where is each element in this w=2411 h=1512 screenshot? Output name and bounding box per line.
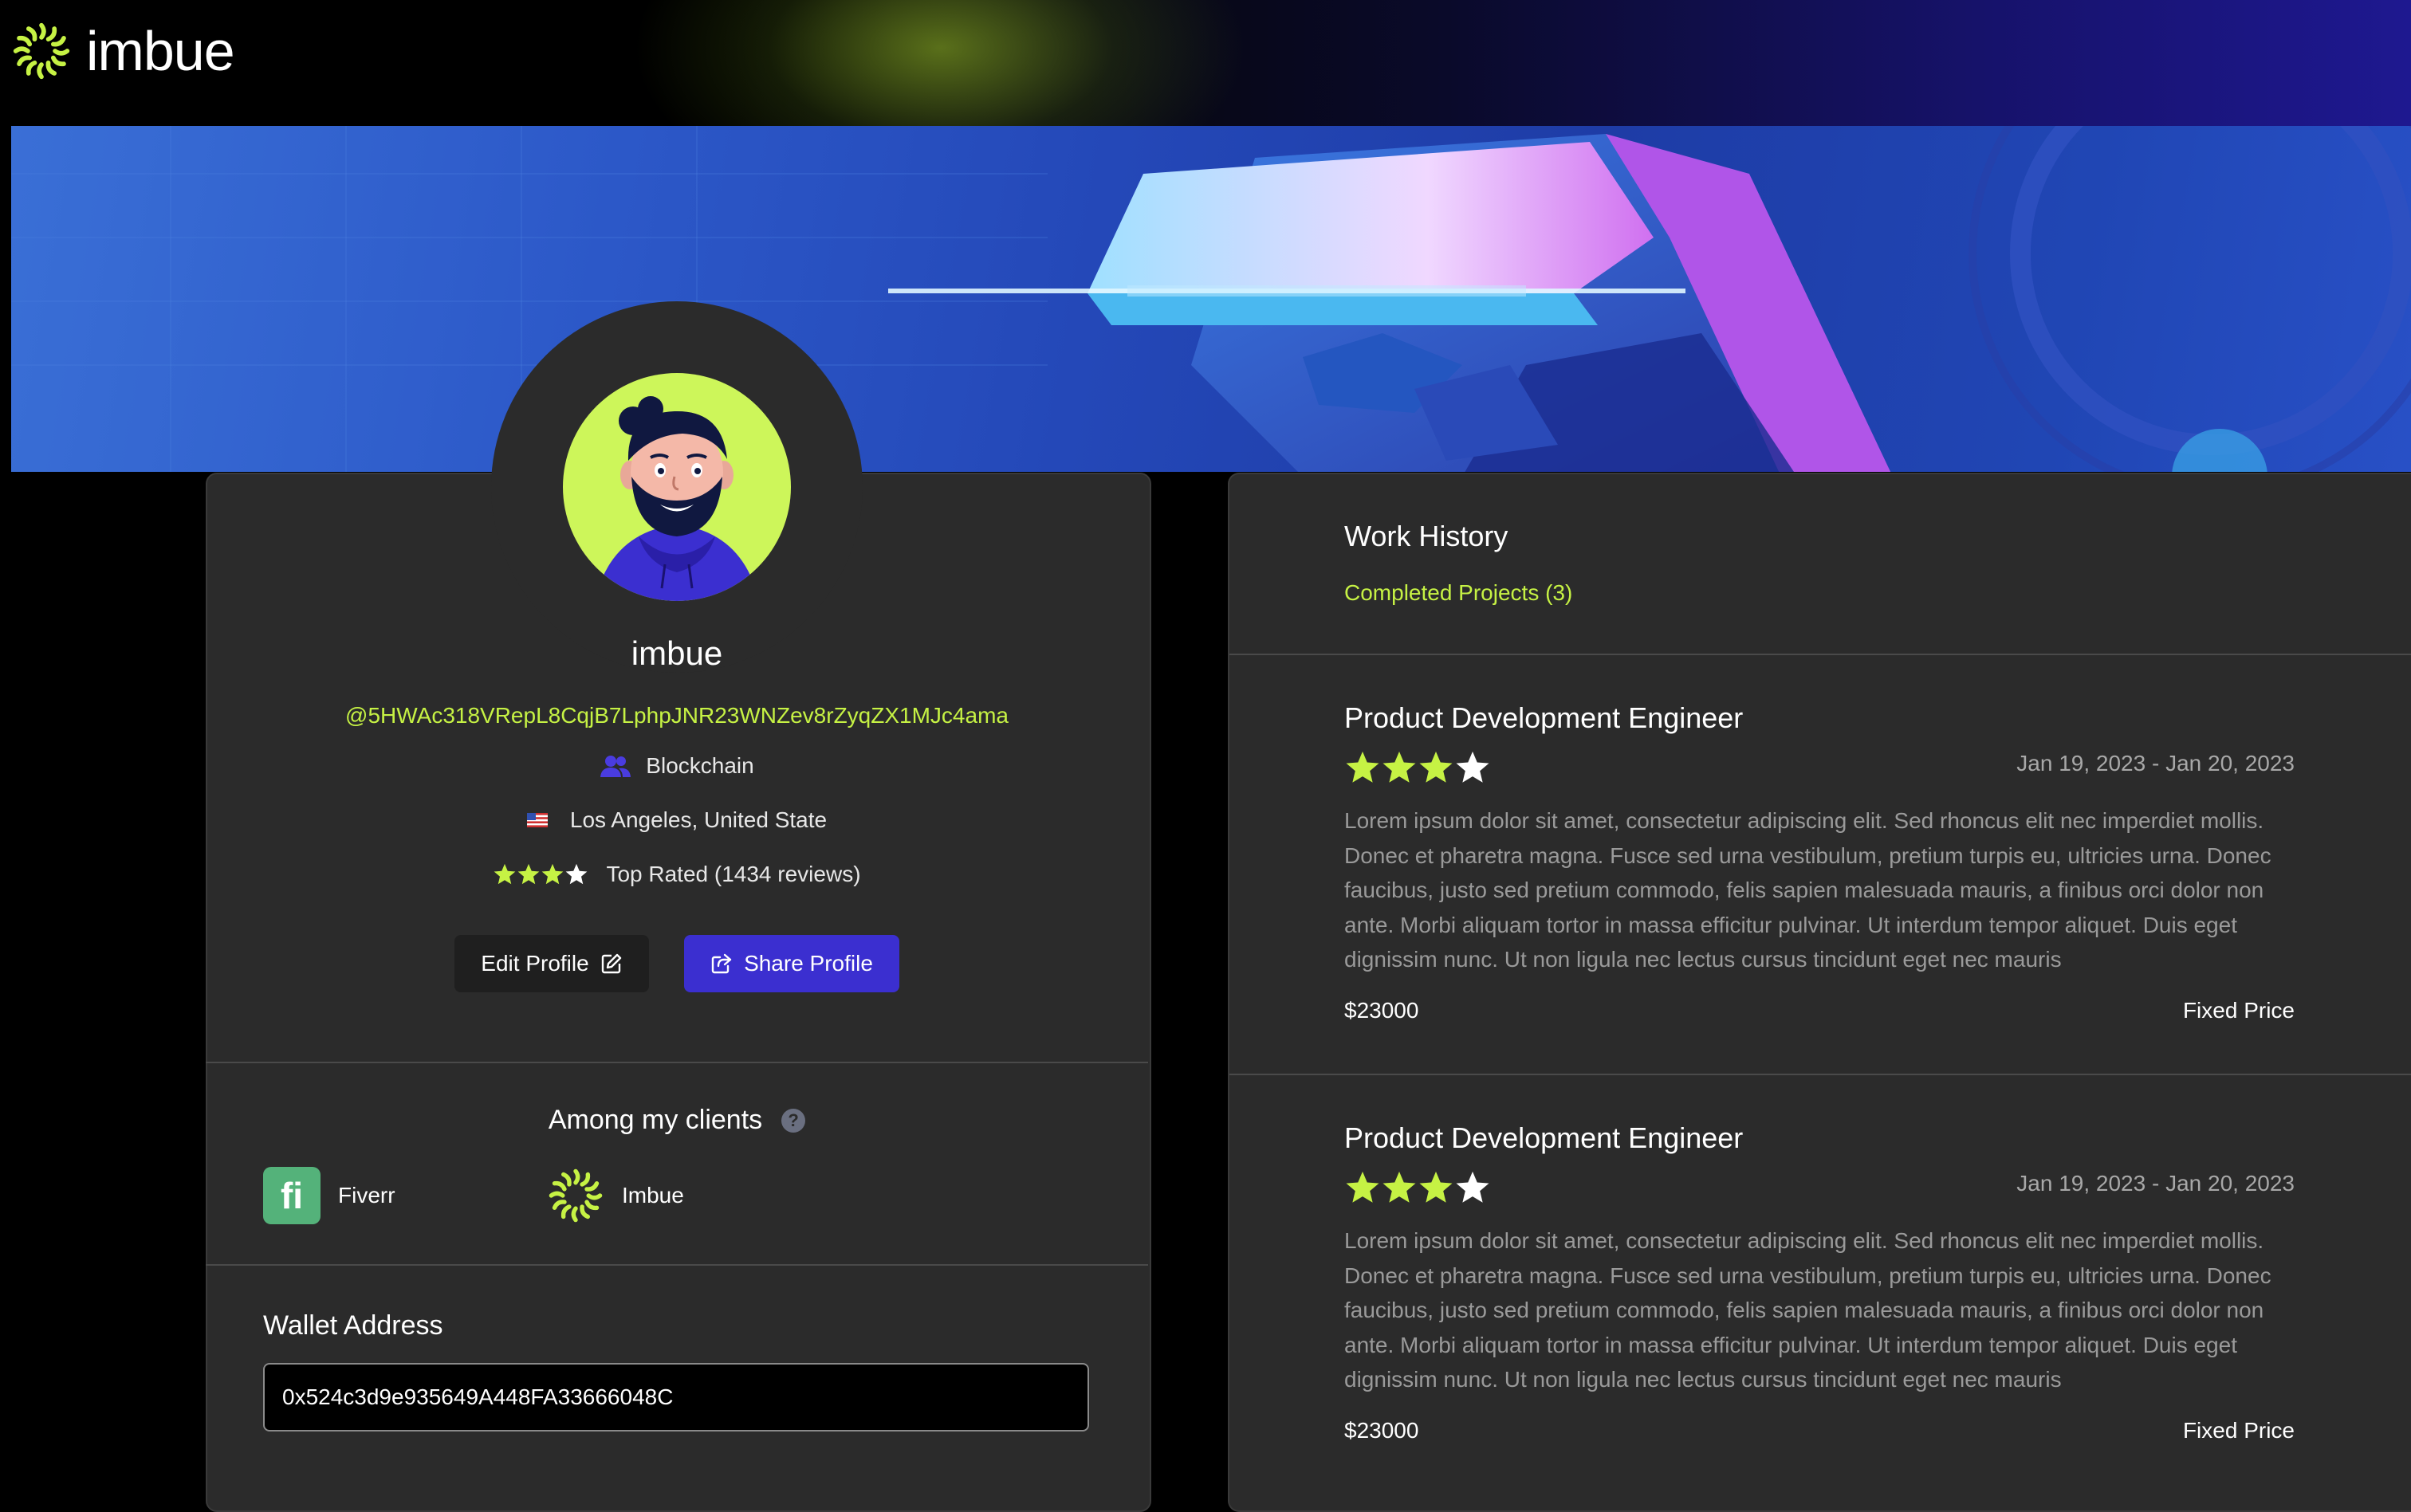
star-filled-icon bbox=[518, 863, 540, 885]
project-item[interactable]: Product Development Engineer Jan 19, 202… bbox=[1344, 701, 2295, 1036]
share-profile-label: Share Profile bbox=[744, 951, 873, 976]
project-dates: Jan 19, 2023 - Jan 20, 2023 bbox=[2016, 751, 2295, 776]
star-empty-icon bbox=[566, 863, 588, 885]
star-empty-icon bbox=[1456, 751, 1489, 783]
share-icon bbox=[710, 952, 733, 975]
star-filled-icon bbox=[542, 863, 564, 885]
project-price-type: Fixed Price bbox=[2182, 1418, 2295, 1443]
project-price: $23000 bbox=[1344, 1418, 1419, 1443]
star-empty-icon bbox=[1456, 1171, 1489, 1203]
project-title: Product Development Engineer bbox=[1344, 701, 1744, 734]
project-rating-stars bbox=[1344, 749, 1491, 786]
completed-projects-link[interactable]: Completed Projects (3) bbox=[1344, 580, 1572, 606]
client-name: Imbue bbox=[622, 1183, 684, 1208]
profile-divider bbox=[206, 1062, 1148, 1063]
project-price-type: Fixed Price bbox=[2182, 998, 2295, 1023]
fiverr-logo-icon: fi bbox=[263, 1167, 321, 1224]
us-flag-icon bbox=[526, 813, 548, 827]
banner-artwork bbox=[11, 126, 2411, 472]
edit-icon bbox=[600, 952, 623, 975]
clients-section-title: Among my clients ? bbox=[206, 1105, 1148, 1136]
avatar-illustration bbox=[595, 396, 759, 601]
profile-category: Blockchain bbox=[206, 753, 1148, 779]
profile-name: imbue bbox=[631, 634, 723, 672]
star-filled-icon bbox=[1346, 1171, 1379, 1203]
clients-divider bbox=[206, 1264, 1148, 1266]
wallet-label: Wallet Address bbox=[263, 1310, 443, 1341]
profile-handle: @5HWAc318VRepL8CqjB7LphpJNR23WNZev8rZyqZ… bbox=[345, 703, 1009, 728]
rating-text: Top Rated (1434 reviews) bbox=[606, 862, 861, 886]
client-item-fiverr: fi Fiverr bbox=[263, 1167, 395, 1224]
project-description: Lorem ipsum dolor sit amet, consectetur … bbox=[1344, 1228, 2271, 1392]
profile-location: Los Angeles, United State bbox=[206, 807, 1148, 833]
project-price: $23000 bbox=[1344, 998, 1419, 1023]
brand-name: imbue bbox=[86, 20, 235, 82]
project-divider bbox=[1229, 1074, 2411, 1075]
project-title: Product Development Engineer bbox=[1344, 1121, 1744, 1154]
share-profile-button[interactable]: Share Profile bbox=[684, 935, 899, 992]
profile-rating: Top Rated (1434 reviews) bbox=[206, 862, 1148, 887]
star-filled-icon bbox=[1419, 751, 1453, 783]
avatar[interactable] bbox=[563, 373, 791, 601]
wallet-address-field[interactable]: 0x524c3d9e935649A448FA33666048C bbox=[263, 1363, 1089, 1431]
star-filled-icon bbox=[1419, 1171, 1453, 1203]
imbue-logo-icon bbox=[547, 1167, 604, 1224]
brand-logo[interactable]: imbue bbox=[11, 20, 235, 82]
category-label: Blockchain bbox=[646, 753, 754, 778]
client-name: Fiverr bbox=[338, 1183, 395, 1208]
wallet-address-value: 0x524c3d9e935649A448FA33666048C bbox=[282, 1384, 674, 1409]
star-filled-icon bbox=[1346, 751, 1379, 783]
work-history-divider bbox=[1229, 654, 2411, 655]
users-icon bbox=[600, 754, 631, 778]
project-description: Lorem ipsum dolor sit amet, consectetur … bbox=[1344, 808, 2271, 972]
location-label: Los Angeles, United State bbox=[569, 807, 828, 832]
top-bar: imbue bbox=[0, 0, 2411, 126]
profile-banner bbox=[11, 126, 2411, 472]
imbue-logo-icon bbox=[11, 22, 72, 81]
work-history-title: Work History bbox=[1344, 520, 1508, 552]
star-filled-icon bbox=[1382, 1171, 1416, 1203]
client-item-imbue: Imbue bbox=[547, 1167, 684, 1224]
clients-title: Among my clients bbox=[548, 1105, 763, 1135]
star-filled-icon bbox=[494, 863, 516, 885]
help-icon[interactable]: ? bbox=[781, 1108, 806, 1133]
rating-stars bbox=[493, 862, 588, 886]
star-filled-icon bbox=[1382, 751, 1416, 783]
edit-profile-label: Edit Profile bbox=[481, 951, 589, 976]
project-dates: Jan 19, 2023 - Jan 20, 2023 bbox=[2016, 1171, 2295, 1196]
project-rating-stars bbox=[1344, 1169, 1491, 1206]
edit-profile-button[interactable]: Edit Profile bbox=[454, 935, 649, 992]
project-item[interactable]: Product Development Engineer Jan 19, 202… bbox=[1344, 1121, 2295, 1456]
